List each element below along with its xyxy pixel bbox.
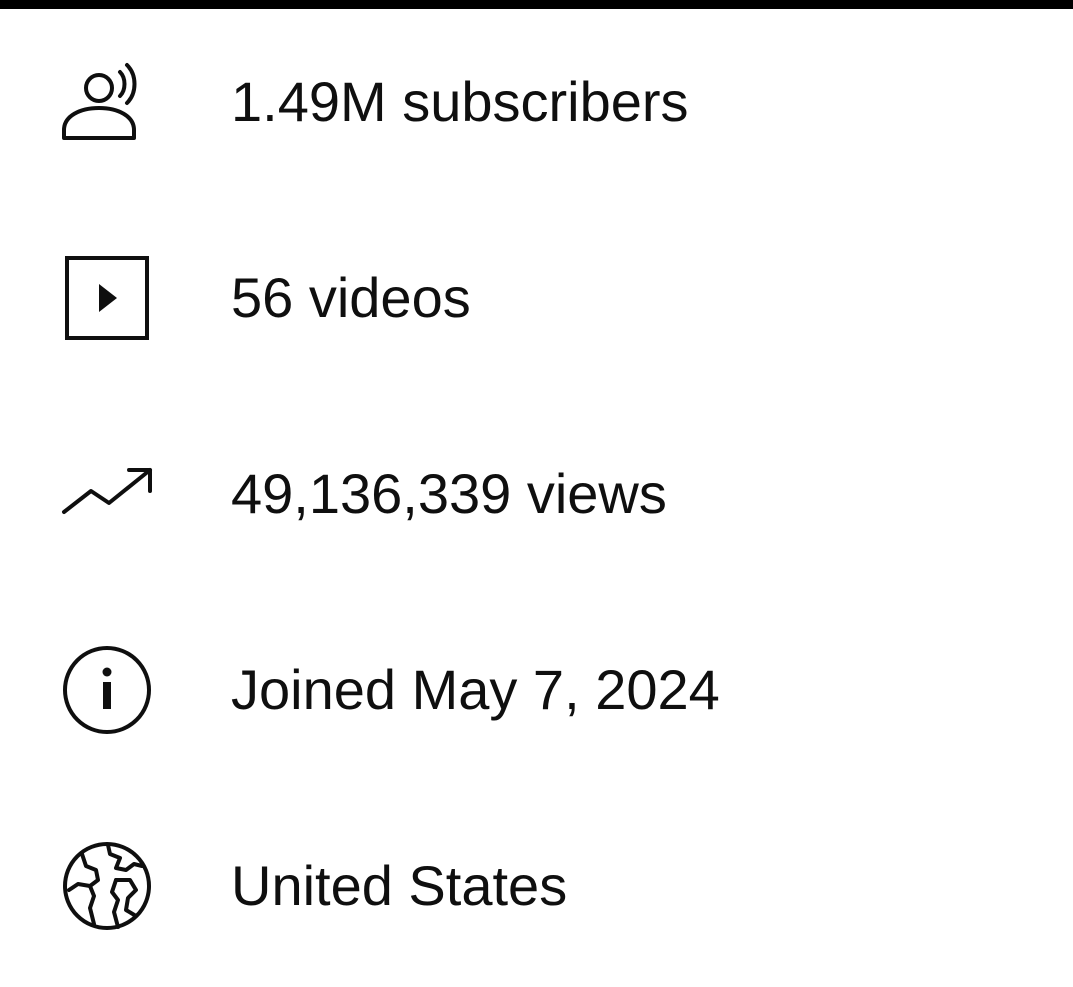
video-play-icon [56,252,156,344]
channel-about-panel: 1.49M subscribers 56 videos 49,136,339 v… [0,0,1073,987]
trending-up-icon [56,448,156,540]
globe-icon [56,840,156,932]
country: United States [231,854,568,917]
joined-date: Joined May 7, 2024 [231,658,720,721]
video-count: 56 videos [231,266,471,329]
view-count: 49,136,339 views [231,462,667,525]
info-icon [56,644,156,736]
about-item-views: 49,136,339 views [0,434,1073,554]
subscriber-count: 1.49M subscribers [231,70,689,133]
about-item-videos: 56 videos [0,238,1073,358]
about-item-joined: Joined May 7, 2024 [0,630,1073,750]
subscribers-icon [56,56,156,148]
about-item-country: United States [0,826,1073,946]
about-item-subscribers: 1.49M subscribers [0,42,1073,162]
top-bar [0,0,1073,9]
